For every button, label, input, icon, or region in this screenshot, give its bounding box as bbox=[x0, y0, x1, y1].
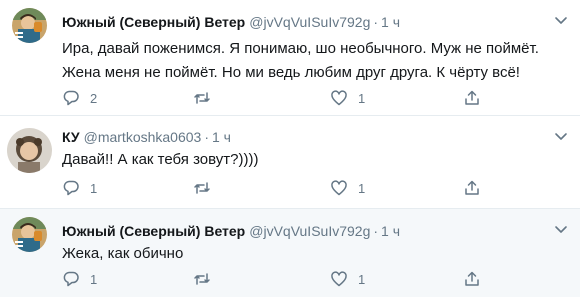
share-icon bbox=[465, 90, 479, 105]
retweet-button[interactable] bbox=[193, 88, 221, 108]
reply-button[interactable]: 1 bbox=[62, 178, 97, 198]
like-count: 1 bbox=[358, 271, 366, 287]
author-handle[interactable]: @jvVqVuISuIv792g bbox=[249, 223, 370, 239]
like-button[interactable]: 1 bbox=[330, 269, 365, 289]
like-icon bbox=[331, 90, 347, 106]
tweet-header: КУ @martkoshka0603 · 1 ч bbox=[62, 128, 231, 146]
separator-dot: · bbox=[204, 129, 209, 145]
share-button[interactable] bbox=[463, 88, 481, 108]
action-bar: 1 1 bbox=[62, 178, 562, 198]
tweet-text-line: Жека, как обично bbox=[62, 245, 184, 262]
action-bar: 2 1 bbox=[62, 88, 562, 108]
tweet-text-line: Жена меня не поймёт. Но ми ведь любим др… bbox=[62, 64, 520, 81]
tweet-text: Давай!! А как тебя зовут?)))) bbox=[62, 148, 258, 172]
author-handle[interactable]: @martkoshka0603 bbox=[84, 129, 202, 145]
retweet-icon bbox=[194, 92, 210, 104]
author-handle[interactable]: @jvVqVuISuIv792g bbox=[249, 14, 370, 30]
reply-count: 1 bbox=[90, 180, 98, 196]
author-name[interactable]: Южный (Северный) Ветер bbox=[62, 223, 245, 239]
share-icon bbox=[465, 180, 479, 195]
like-icon bbox=[331, 271, 347, 287]
avatar[interactable] bbox=[12, 217, 47, 252]
timestamp[interactable]: 1 ч bbox=[212, 129, 231, 145]
like-count: 1 bbox=[358, 180, 366, 196]
retweet-button[interactable] bbox=[193, 178, 221, 198]
tweet-text: Жека, как обично bbox=[62, 242, 183, 266]
share-button[interactable] bbox=[463, 178, 481, 198]
timestamp[interactable]: 1 ч bbox=[381, 14, 400, 30]
retweet-icon bbox=[194, 182, 210, 194]
reply-count: 2 bbox=[90, 90, 98, 106]
retweet-icon bbox=[194, 273, 210, 285]
share-icon bbox=[465, 271, 479, 286]
separator-dot: · bbox=[373, 14, 379, 30]
reply-icon bbox=[63, 180, 79, 196]
avatar[interactable] bbox=[7, 128, 52, 173]
author-name[interactable]: КУ bbox=[62, 129, 80, 145]
caret-down-icon[interactable] bbox=[554, 16, 568, 26]
tweet-text: Ира, давай поженимся. Я понимаю, шо необ… bbox=[62, 37, 539, 85]
timestamp[interactable]: 1 ч bbox=[381, 223, 400, 239]
tweet-text-line: Давай!! А как тебя зовут?)))) bbox=[62, 151, 259, 168]
caret-down-icon[interactable] bbox=[554, 225, 568, 235]
action-bar: 1 1 bbox=[62, 269, 562, 289]
reply-icon bbox=[63, 271, 79, 287]
avatar[interactable] bbox=[12, 8, 47, 43]
tweet[interactable]: Южный (Северный) Ветер @jvVqVuISuIv792g · 1… bbox=[0, 0, 580, 116]
reply-button[interactable]: 2 bbox=[62, 88, 97, 108]
share-button[interactable] bbox=[463, 269, 481, 289]
reply-button[interactable]: 1 bbox=[62, 269, 97, 289]
separator-dot: · bbox=[373, 223, 379, 239]
reply-icon bbox=[63, 90, 79, 106]
retweet-button[interactable] bbox=[193, 269, 221, 289]
author-name[interactable]: Южный (Северный) Ветер bbox=[62, 14, 245, 30]
like-button[interactable]: 1 bbox=[330, 178, 365, 198]
like-count: 1 bbox=[358, 90, 366, 106]
like-icon bbox=[331, 180, 347, 196]
reply-count: 1 bbox=[90, 271, 98, 287]
tweet-header: Южный (Северный) Ветер @jvVqVuISuIv792g · 1… bbox=[62, 13, 400, 31]
caret-down-icon[interactable] bbox=[554, 132, 568, 142]
tweet-header: Южный (Северный) Ветер @jvVqVuISuIv792g · 1… bbox=[62, 222, 400, 240]
tweet[interactable]: Южный (Северный) Ветер @jvVqVuISuIv792g · 1… bbox=[0, 209, 580, 297]
tweet[interactable]: КУ @martkoshka0603 · 1 ч Давай!! А как тебя… bbox=[0, 116, 580, 209]
like-button[interactable]: 1 bbox=[330, 88, 365, 108]
tweet-text-line: Ира, давай поженимся. Я понимаю, шо необ… bbox=[62, 40, 539, 57]
